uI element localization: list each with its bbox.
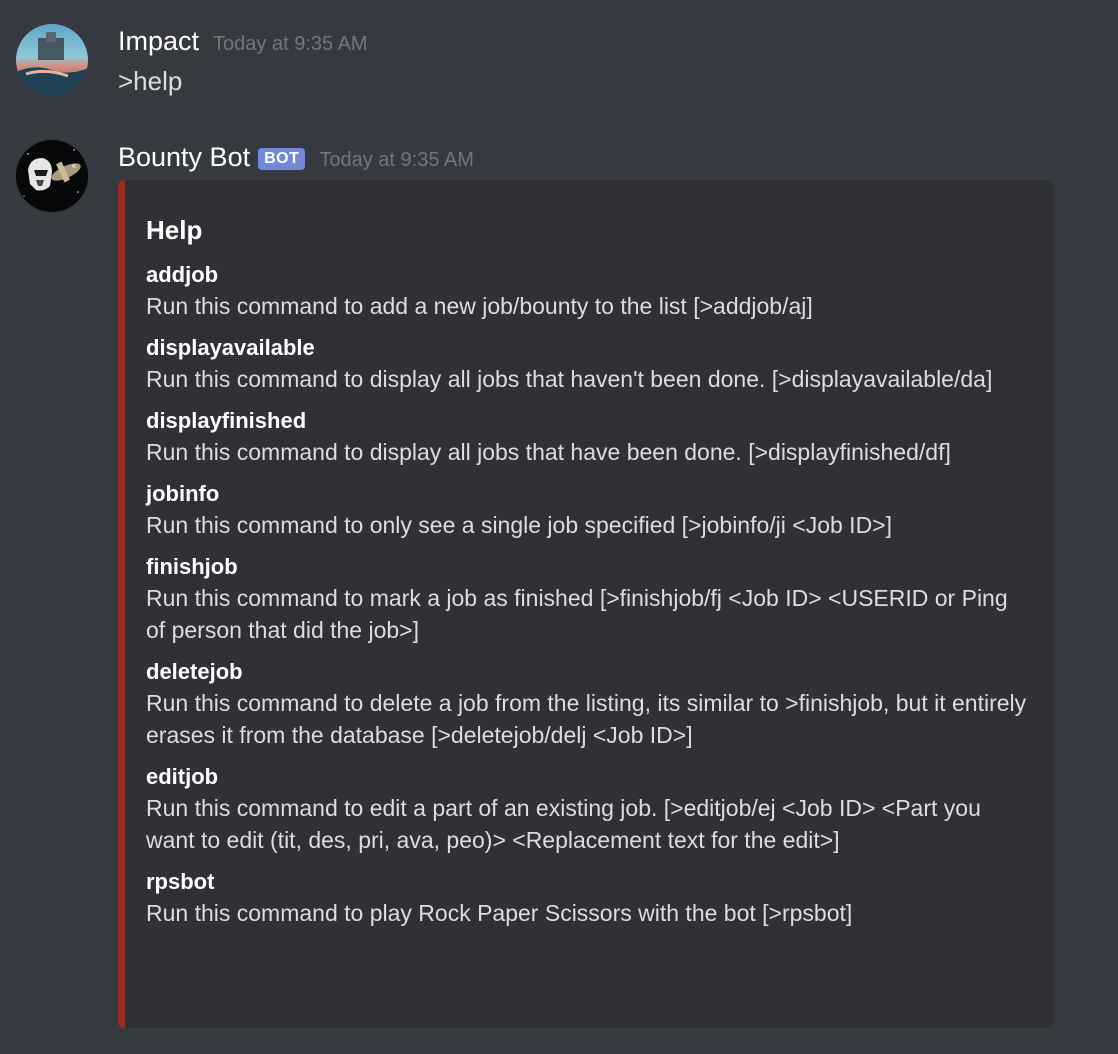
- field-value: Run this command to display all jobs tha…: [146, 366, 993, 392]
- help-embed: Help addjob Run this command to add a ne…: [118, 180, 1054, 1028]
- landscape-avatar-icon[interactable]: [16, 24, 88, 96]
- bot-tag-badge: BOT: [258, 148, 306, 170]
- embed-field-addjob: addjob Run this command to add a new job…: [146, 260, 1030, 322]
- username[interactable]: Bounty Bot: [118, 142, 250, 173]
- field-value: Run this command to display all jobs tha…: [146, 439, 951, 465]
- field-name: finishjob: [146, 554, 238, 579]
- field-value: Run this command to play Rock Paper Scis…: [146, 900, 853, 926]
- field-value: Run this command to mark a job as finish…: [146, 585, 1008, 643]
- embed-field-finishjob: finishjob Run this command to mark a job…: [146, 552, 1030, 646]
- embed-field-editjob: editjob Run this command to edit a part …: [146, 762, 1030, 856]
- field-value: Run this command to delete a job from th…: [146, 690, 1027, 748]
- embed-field-deletejob: deletejob Run this command to delete a j…: [146, 657, 1030, 751]
- message-text: >help: [118, 66, 183, 96]
- field-value: Run this command to only see a single jo…: [146, 512, 893, 538]
- field-name: displayavailable: [146, 335, 315, 360]
- field-name: addjob: [146, 262, 219, 287]
- timestamp: Today at 9:35 AM: [319, 149, 474, 171]
- embed-accent-bar: [118, 180, 125, 1028]
- embed-field-rpsbot: rpsbot Run this command to play Rock Pap…: [146, 867, 1030, 929]
- starship-avatar-icon[interactable]: [16, 140, 88, 212]
- field-name: editjob: [146, 764, 219, 789]
- field-name: displayfinished: [146, 408, 307, 433]
- embed-title: Help: [146, 215, 203, 245]
- embed-content: Help addjob Run this command to add a ne…: [146, 212, 1030, 940]
- timestamp: Today at 9:35 AM: [213, 33, 368, 55]
- username[interactable]: Impact: [118, 26, 199, 57]
- embed-field-displayavailable: displayavailable Run this command to dis…: [146, 333, 1030, 395]
- field-name: rpsbot: [146, 869, 215, 894]
- embed-field-displayfinished: displayfinished Run this command to disp…: [146, 406, 1030, 468]
- field-name: deletejob: [146, 659, 243, 684]
- field-name: jobinfo: [146, 481, 220, 506]
- embed-field-jobinfo: jobinfo Run this command to only see a s…: [146, 479, 1030, 541]
- field-value: Run this command to add a new job/bounty…: [146, 293, 813, 319]
- field-value: Run this command to edit a part of an ex…: [146, 795, 981, 853]
